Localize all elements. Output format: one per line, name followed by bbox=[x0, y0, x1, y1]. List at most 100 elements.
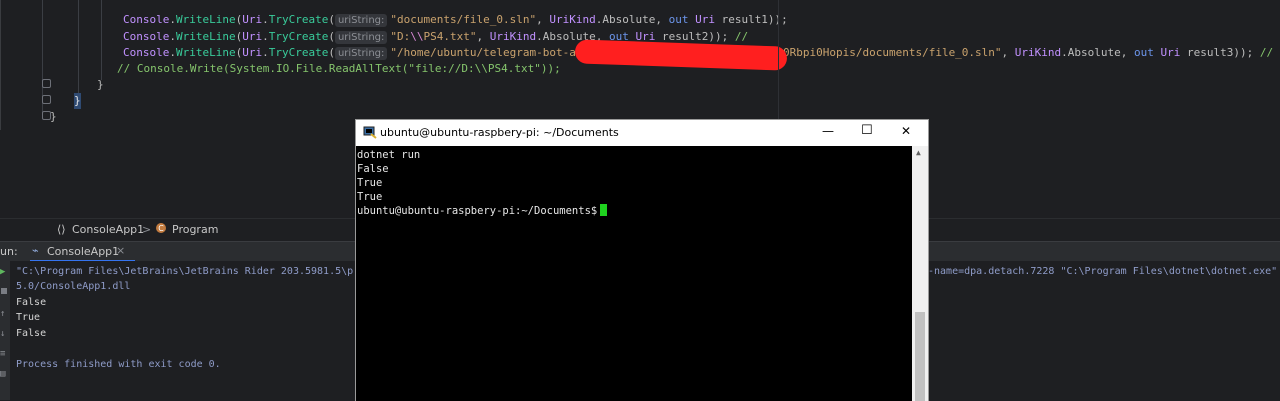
code-token: TryCreate bbox=[268, 46, 329, 59]
code-token: . bbox=[262, 13, 269, 26]
code-token: ( bbox=[328, 13, 335, 26]
breadcrumb-class[interactable]: Program bbox=[172, 223, 218, 236]
code-token: , bbox=[1001, 46, 1015, 59]
code-token: Uri bbox=[1160, 46, 1181, 59]
code-token: WriteLine bbox=[175, 13, 236, 26]
code-token: 0Rbpi0Hopis/documents/file_0.sln" bbox=[783, 46, 1002, 59]
code-token: UriKind bbox=[549, 13, 596, 26]
code-token: . bbox=[169, 46, 176, 59]
indent-guide bbox=[101, 0, 102, 80]
code-token: TryCreate bbox=[268, 13, 329, 26]
code-token: out bbox=[668, 13, 696, 26]
breadcrumb-separator: > bbox=[142, 223, 152, 236]
closing-brace: } bbox=[97, 78, 104, 91]
redaction-scribble bbox=[574, 39, 788, 71]
putty-icon bbox=[363, 125, 377, 142]
code-line[interactable]: Console.WriteLine(Uri.TryCreate(uriStrin… bbox=[123, 45, 616, 61]
output-line: False bbox=[16, 297, 47, 308]
code-token: UriKind bbox=[489, 30, 537, 43]
terminal-scrollbar[interactable]: ▲ bbox=[912, 146, 928, 401]
svg-text:C: C bbox=[158, 224, 164, 233]
code-token: . bbox=[262, 30, 269, 43]
code-token: // bbox=[734, 30, 749, 43]
code-token: PS4.txt" bbox=[423, 30, 477, 43]
run-toolbar: ▶ ↑ ↓ ≡ ▤ bbox=[0, 261, 10, 400]
code-token: WriteLine bbox=[175, 30, 236, 43]
parameter-hint: uriString: bbox=[334, 47, 388, 60]
terminal-line: True bbox=[357, 191, 383, 203]
output-command-line-tail: -name=dpa.detach.7228 "C:\Program Files\… bbox=[928, 266, 1278, 277]
terminal-prompt-line[interactable]: ubuntu@ubuntu-raspbery-pi:~/Documents$ bbox=[357, 204, 608, 218]
terminal-line: dotnet run bbox=[357, 149, 421, 161]
code-token: UriKind bbox=[1014, 46, 1062, 59]
output-line: False bbox=[16, 328, 47, 339]
breadcrumb-namespace[interactable]: ConsoleApp1 bbox=[72, 223, 144, 236]
indent-guide bbox=[78, 0, 79, 96]
close-tab-icon[interactable]: × bbox=[116, 244, 125, 257]
parameter-hint: uriString: bbox=[334, 31, 388, 44]
run-label: un: bbox=[0, 245, 18, 258]
output-dll-line: 5.0/ConsoleApp1.dll bbox=[16, 281, 131, 292]
run-config-icon: ⌁ bbox=[32, 244, 39, 257]
code-token: , bbox=[476, 30, 490, 43]
code-token: .Absolute, bbox=[1061, 46, 1135, 59]
terminal-cursor bbox=[600, 204, 608, 216]
terminal-window[interactable]: ubuntu@ubuntu-raspbery-pi: ~/Documents —… bbox=[355, 119, 929, 401]
code-token: "documents/file_0.sln" bbox=[390, 13, 537, 26]
code-token: "D: bbox=[390, 30, 411, 43]
code-token: .Absolute, bbox=[595, 13, 669, 26]
code-token: result3)); bbox=[1180, 46, 1260, 59]
namespace-icon: ⟨⟩ bbox=[57, 223, 66, 236]
terminal-prompt: ubuntu@ubuntu-raspbery-pi:~/Documents$ bbox=[357, 205, 598, 217]
parameter-hint: uriString: bbox=[334, 14, 388, 27]
terminal-line: False bbox=[357, 163, 389, 175]
code-token: Uri bbox=[242, 30, 263, 43]
closing-brace-highlighted: } bbox=[74, 93, 81, 109]
code-token: // bbox=[1259, 46, 1274, 59]
fold-marker-icon[interactable] bbox=[42, 95, 51, 104]
code-token: . bbox=[169, 30, 176, 43]
code-line[interactable]: Console.WriteLine(Uri.TryCreate(uriStrin… bbox=[123, 12, 788, 28]
code-token: ( bbox=[328, 46, 335, 59]
output-command-line: "C:\Program Files\JetBrains\JetBrains Ri… bbox=[16, 266, 354, 277]
code-token: . bbox=[169, 13, 176, 26]
scroll-up-icon[interactable]: ↑ bbox=[0, 309, 5, 319]
class-icon: C bbox=[155, 222, 167, 237]
code-token: TryCreate bbox=[268, 30, 329, 43]
code-token: Console bbox=[123, 13, 170, 26]
code-token: . bbox=[262, 46, 269, 59]
terminal-output[interactable]: dotnet run False True True ubuntu@ubuntu… bbox=[356, 146, 912, 401]
scrollbar-thumb[interactable] bbox=[915, 312, 925, 401]
run-tab-label[interactable]: ConsoleApp1 bbox=[47, 245, 119, 258]
output-exit-line: Process finished with exit code 0. bbox=[16, 359, 221, 370]
terminal-title: ubuntu@ubuntu-raspbery-pi: ~/Documents bbox=[380, 126, 619, 139]
close-button[interactable]: ✕ bbox=[901, 124, 911, 138]
code-token: WriteLine bbox=[175, 46, 236, 59]
code-line[interactable]: 0Rbpi0Hopis/documents/file_0.sln", UriKi… bbox=[783, 45, 1273, 61]
code-token: Uri bbox=[695, 13, 715, 26]
terminal-titlebar[interactable]: ubuntu@ubuntu-raspbery-pi: ~/Documents —… bbox=[356, 120, 928, 146]
code-line[interactable]: // Console.Write(System.IO.File.ReadAllT… bbox=[117, 61, 561, 77]
scroll-down-icon[interactable]: ↓ bbox=[0, 329, 5, 339]
terminal-line: True bbox=[357, 177, 383, 189]
code-token: Console bbox=[123, 30, 170, 43]
code-token: result1)); bbox=[714, 13, 788, 26]
scroll-up-arrow-icon[interactable]: ▲ bbox=[916, 148, 921, 157]
maximize-button[interactable]: ☐ bbox=[861, 123, 873, 138]
code-token: ( bbox=[328, 30, 335, 43]
rerun-icon[interactable]: ▶ bbox=[0, 267, 5, 277]
code-token: out bbox=[1134, 46, 1161, 59]
wrap-icon[interactable]: ≡ bbox=[0, 349, 5, 359]
code-token: // Console.Write(System.IO.File.ReadAllT… bbox=[117, 62, 561, 75]
code-token: \\ bbox=[410, 30, 424, 43]
output-line: True bbox=[16, 312, 41, 323]
print-icon[interactable]: ▤ bbox=[0, 369, 5, 379]
code-token: Uri bbox=[242, 13, 263, 26]
minimize-button[interactable]: — bbox=[822, 124, 834, 138]
code-token: result2)); bbox=[655, 30, 735, 43]
closing-brace: } bbox=[50, 110, 57, 123]
code-token: Uri bbox=[242, 46, 263, 59]
fold-marker-icon[interactable] bbox=[42, 79, 51, 88]
code-token: Console bbox=[123, 46, 170, 59]
stop-icon[interactable] bbox=[1, 288, 7, 294]
